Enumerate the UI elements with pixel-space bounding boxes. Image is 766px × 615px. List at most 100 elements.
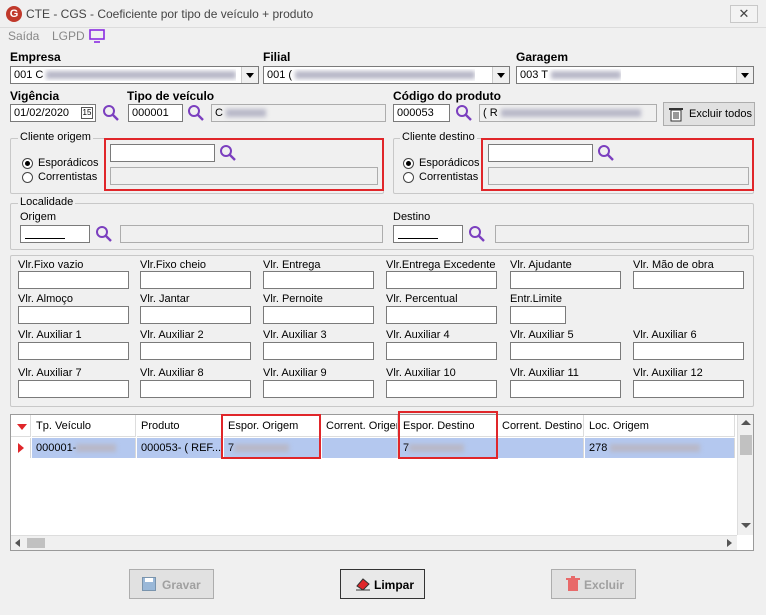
codigo-produto-label: Código do produto (393, 89, 501, 103)
cell-corrent-destino[interactable] (498, 438, 584, 458)
vlr-jantar-input[interactable] (140, 306, 251, 324)
vlr-fixo-cheio-label: Vlr.Fixo cheio (140, 259, 207, 271)
vlr-auxiliar-12-input[interactable] (633, 380, 744, 398)
search-icon[interactable] (597, 144, 615, 162)
cell-loc-origem[interactable]: 278 (585, 438, 735, 458)
search-icon[interactable] (219, 144, 237, 162)
h-scroll-thumb[interactable] (27, 538, 45, 548)
vlr-entrega-input[interactable] (263, 271, 374, 289)
radio-esporadicos-destino-label: Esporádicos (419, 157, 480, 169)
vlr-auxiliar-7-input[interactable] (18, 380, 129, 398)
vlr-almoco-input[interactable] (18, 306, 129, 324)
vlr-percentual-label: Vlr. Percentual (386, 293, 458, 305)
gravar-label: Gravar (162, 578, 201, 592)
vlr-auxiliar-5-input[interactable] (510, 342, 621, 360)
grid-header-corrent-destino[interactable]: Corrent. Destino (498, 415, 584, 437)
vlr-almoco-label: Vlr. Almoço (18, 293, 74, 305)
vlr-ajudante-input[interactable] (510, 271, 621, 289)
menu-saida[interactable]: Saída (8, 29, 39, 43)
radio-correntistas-origem[interactable] (22, 172, 33, 183)
save-icon (142, 577, 156, 591)
vlr-entrega-label: Vlr. Entrega (263, 259, 321, 271)
menu-lgpd[interactable]: LGPD (52, 29, 85, 43)
radio-esporadicos-destino[interactable] (403, 158, 414, 169)
cell-corrent-origem[interactable] (322, 438, 398, 458)
scroll-up-icon[interactable] (741, 420, 751, 425)
horizontal-scrollbar[interactable] (11, 535, 737, 550)
tipo-veiculo-input[interactable]: 000001 (128, 104, 183, 122)
empresa-select[interactable]: 001 C (10, 66, 259, 84)
scroll-right-icon[interactable] (727, 539, 732, 547)
vlr-auxiliar-1-label: Vlr. Auxiliar 1 (18, 329, 82, 341)
vlr-auxiliar-10-input[interactable] (386, 380, 497, 398)
scroll-left-icon[interactable] (15, 539, 20, 547)
vlr-fixo-vazio-input[interactable] (18, 271, 129, 289)
current-row-icon (18, 443, 24, 453)
entr-limite-input[interactable] (510, 306, 566, 324)
grid-header-tp-veiculo[interactable]: Tp. Veículo (32, 415, 136, 437)
vlr-mao-obra-input[interactable] (633, 271, 744, 289)
grid-header-loc-origem[interactable]: Loc. Origem (585, 415, 735, 437)
vlr-auxiliar-8-input[interactable] (140, 380, 251, 398)
radio-correntistas-destino[interactable] (403, 172, 414, 183)
sort-down-icon (17, 424, 27, 430)
search-icon[interactable] (95, 225, 113, 243)
garagem-label: Garagem (516, 50, 569, 64)
search-icon[interactable] (455, 104, 473, 122)
origem-label: Origem (20, 211, 57, 223)
app-logo-icon: G (6, 6, 22, 22)
vlr-auxiliar-4-input[interactable] (386, 342, 497, 360)
vlr-auxiliar-11-input[interactable] (510, 380, 621, 398)
excluir-button[interactable]: Excluir (551, 569, 636, 599)
cell-tp-veiculo[interactable]: 000001- (32, 438, 136, 458)
grid-header-corrent-origem[interactable]: Corrent. Origem (322, 415, 398, 437)
cliente-origem-input[interactable] (110, 144, 215, 162)
vlr-pernoite-input[interactable] (263, 306, 374, 324)
vlr-auxiliar-9-label: Vlr. Auxiliar 9 (263, 367, 327, 379)
search-icon[interactable] (102, 104, 120, 122)
limpar-button[interactable]: Limpar (340, 569, 425, 599)
vlr-fixo-cheio-input[interactable] (140, 271, 251, 289)
scroll-down-icon[interactable] (741, 523, 751, 528)
filial-select[interactable]: 001 ( (263, 66, 510, 84)
gravar-button[interactable]: Gravar (129, 569, 214, 599)
vlr-auxiliar-6-label: Vlr. Auxiliar 6 (633, 329, 697, 341)
radio-correntistas-destino-label: Correntistas (419, 171, 479, 183)
grid-indicator-header[interactable] (11, 415, 31, 437)
excluir-todos-button[interactable]: Excluir todos (663, 102, 755, 126)
excluir-todos-label: Excluir todos (689, 108, 752, 120)
grid-header-produto[interactable]: Produto (137, 415, 223, 437)
scroll-thumb[interactable] (740, 435, 752, 455)
tipo-veiculo-desc: C (211, 104, 386, 122)
origem-input[interactable] (20, 225, 90, 243)
destino-input[interactable] (393, 225, 463, 243)
destino-label: Destino (393, 211, 431, 223)
vlr-ajudante-label: Vlr. Ajudante (510, 259, 572, 271)
cliente-destino-input[interactable] (488, 144, 593, 162)
vlr-entrega-excedente-input[interactable] (386, 271, 497, 289)
cell-produto[interactable]: 000053- ( REF... (137, 438, 223, 458)
vlr-auxiliar-6-input[interactable] (633, 342, 744, 360)
destino-desc (495, 225, 749, 243)
calendar-icon[interactable]: 15 (81, 107, 93, 119)
vigencia-date-input[interactable]: 01/02/2020 15 (10, 104, 96, 122)
eraser-icon (356, 578, 370, 591)
vlr-auxiliar-9-input[interactable] (263, 380, 374, 398)
codigo-produto-input[interactable]: 000053 (393, 104, 450, 122)
vlr-percentual-input[interactable] (386, 306, 497, 324)
close-button[interactable]: ✕ (730, 5, 758, 23)
radio-esporadicos-origem[interactable] (22, 158, 33, 169)
limpar-label: Limpar (374, 578, 415, 592)
search-icon[interactable] (468, 225, 486, 243)
cliente-origem-title: Cliente origem (18, 131, 93, 143)
vlr-auxiliar-11-label: Vlr. Auxiliar 11 (510, 367, 579, 379)
monitor-icon[interactable] (89, 29, 105, 43)
vertical-scrollbar[interactable] (737, 415, 753, 535)
radio-esporadicos-origem-label: Esporádicos (38, 157, 99, 169)
garagem-select[interactable]: 003 T (516, 66, 754, 84)
vlr-auxiliar-2-input[interactable] (140, 342, 251, 360)
vlr-auxiliar-1-input[interactable] (18, 342, 129, 360)
search-icon[interactable] (187, 104, 205, 122)
data-grid[interactable]: Tp. Veículo Produto Espor. Origem Corren… (10, 414, 754, 551)
vlr-auxiliar-3-input[interactable] (263, 342, 374, 360)
